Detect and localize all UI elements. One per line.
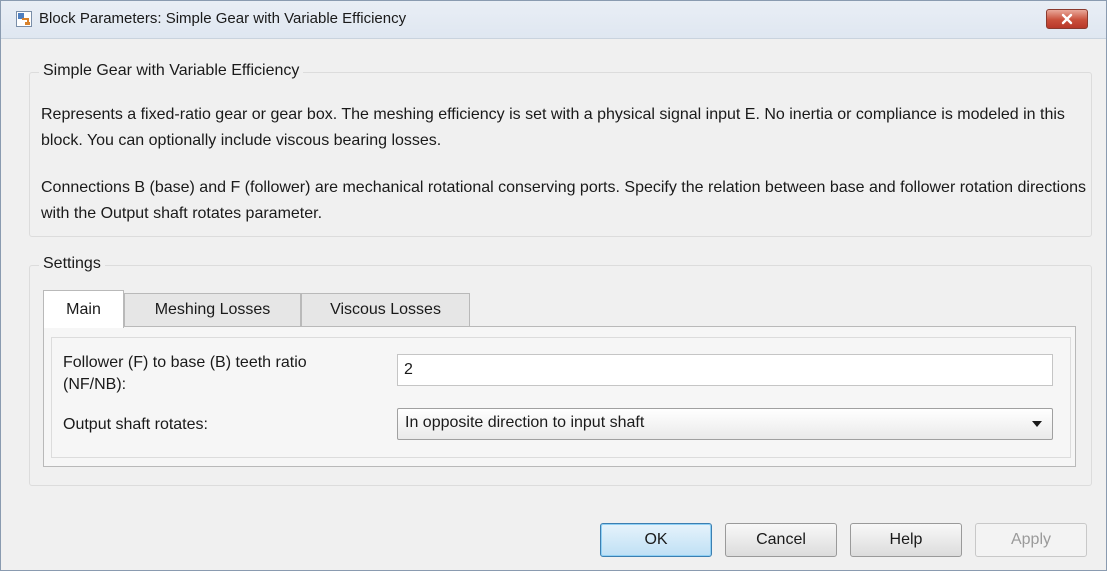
teeth-ratio-input[interactable]: 2 bbox=[397, 354, 1053, 386]
output-shaft-dropdown[interactable]: In opposite direction to input shaft bbox=[397, 408, 1053, 440]
ok-button[interactable]: OK bbox=[600, 523, 712, 557]
tab-main[interactable]: Main bbox=[43, 290, 124, 328]
window-title: Block Parameters: Simple Gear with Varia… bbox=[39, 10, 407, 27]
description-group-title: Simple Gear with Variable Efficiency bbox=[39, 62, 304, 80]
apply-button[interactable]: Apply bbox=[975, 523, 1087, 557]
chevron-down-icon bbox=[1032, 421, 1042, 427]
settings-group-title: Settings bbox=[39, 255, 105, 273]
cancel-button[interactable]: Cancel bbox=[725, 523, 837, 557]
title-bar[interactable]: Block Parameters: Simple Gear with Varia… bbox=[1, 1, 1106, 39]
output-shaft-selected-value: In opposite direction to input shaft bbox=[405, 414, 645, 431]
tab-viscous-losses[interactable]: Viscous Losses bbox=[301, 293, 470, 327]
close-icon bbox=[1061, 13, 1073, 25]
tab-meshing-losses[interactable]: Meshing Losses bbox=[124, 293, 301, 327]
teeth-ratio-label-line1: Follower (F) to base (B) teeth ratio bbox=[63, 354, 307, 371]
teeth-ratio-label-line2: (NF/NB): bbox=[63, 376, 127, 393]
description-paragraph-2: Connections B (base) and F (follower) ar… bbox=[41, 179, 1086, 222]
output-shaft-label: Output shaft rotates: bbox=[63, 416, 208, 433]
simulink-block-icon bbox=[16, 11, 32, 27]
close-button[interactable] bbox=[1046, 9, 1088, 29]
dialog-window: Block Parameters: Simple Gear with Varia… bbox=[0, 0, 1107, 571]
help-button[interactable]: Help bbox=[850, 523, 962, 557]
description-paragraph-1: Represents a fixed-ratio gear or gear bo… bbox=[41, 106, 1065, 149]
